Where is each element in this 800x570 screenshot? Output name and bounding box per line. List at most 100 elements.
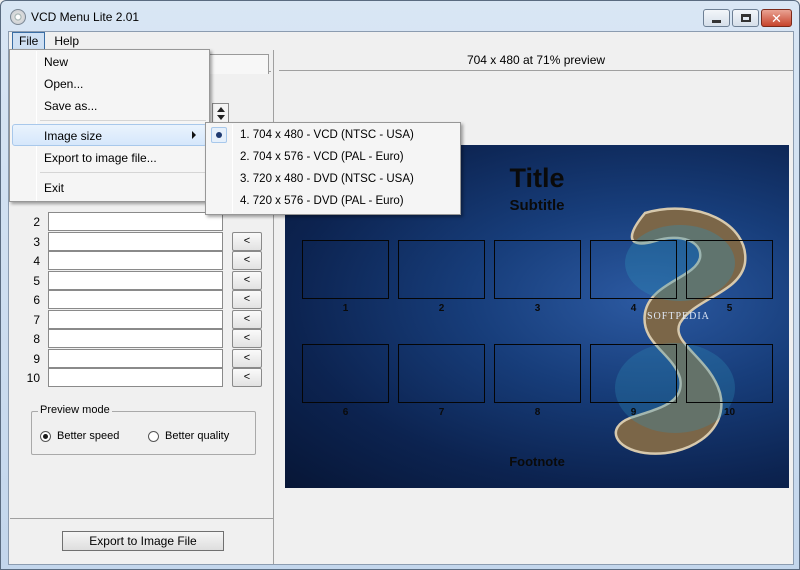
radio-better-quality[interactable]: Better quality: [148, 430, 229, 442]
radio-selected-icon: [40, 430, 51, 442]
row-text-field[interactable]: [48, 251, 223, 270]
menu-bar: File Help: [9, 32, 793, 50]
close-button[interactable]: ✕: [761, 9, 792, 27]
row-text-field[interactable]: [48, 368, 223, 387]
menu-item-exit[interactable]: Exit: [44, 181, 64, 195]
spinner-up-icon[interactable]: [217, 107, 225, 112]
radio-better-speed[interactable]: Better speed: [40, 430, 119, 442]
menu-gutter: [232, 124, 233, 213]
thumbnail-slot[interactable]: [686, 344, 773, 403]
image-size-option[interactable]: 1. 704 x 480 - VCD (NTSC - USA): [240, 129, 414, 141]
row-text-field[interactable]: [48, 348, 223, 368]
row-arrow-button[interactable]: <: [232, 368, 262, 387]
row-arrow-button[interactable]: <: [232, 290, 262, 309]
menu-help[interactable]: Help: [48, 33, 85, 49]
row-number: 9: [33, 351, 40, 366]
window-title: VCD Menu Lite 2.01: [31, 10, 140, 24]
menu-item-open[interactable]: Open...: [44, 77, 83, 91]
item-row: 9 <: [10, 348, 274, 369]
thumbnail-slot[interactable]: [302, 344, 389, 403]
row-arrow-button[interactable]: <: [232, 329, 262, 348]
thumbnail-number: 3: [534, 303, 541, 314]
row-number: 3: [33, 234, 40, 249]
menu-item-export-image[interactable]: Export to image file...: [44, 151, 157, 165]
row-text-field[interactable]: [48, 212, 223, 231]
disc-icon: [10, 9, 26, 25]
tab-partial[interactable]: s: [201, 54, 269, 74]
thumbnail-number: 9: [630, 407, 637, 418]
row-text-field[interactable]: [48, 290, 223, 309]
menu-separator: [40, 172, 206, 173]
minimize-icon: [712, 19, 721, 23]
preview-mode-label: Preview mode: [38, 404, 112, 416]
radio-check-icon: [211, 127, 227, 143]
image-size-submenu: 1. 704 x 480 - VCD (NTSC - USA) 2. 704 x…: [205, 122, 461, 215]
divider: [10, 518, 273, 519]
preview-footnote: Footnote: [509, 454, 565, 469]
menu-file[interactable]: File: [12, 32, 46, 50]
thumbnail-slot[interactable]: [590, 240, 677, 299]
row-number: 2: [33, 215, 40, 229]
item-row: 2: [10, 212, 274, 232]
radio-label: Better speed: [57, 430, 120, 442]
thumbnail-slot[interactable]: [494, 344, 581, 403]
maximize-icon: [740, 14, 751, 22]
radio-unselected-icon: [148, 430, 159, 442]
thumbnail-slot[interactable]: [494, 240, 581, 299]
radio-label: Better quality: [165, 430, 230, 442]
row-arrow-button[interactable]: <: [232, 348, 262, 368]
row-arrow-button[interactable]: <: [232, 231, 262, 251]
thumbnail-number: 8: [534, 407, 541, 418]
row-text-field[interactable]: [48, 309, 223, 329]
thumbnail-number: 6: [342, 407, 349, 418]
menu-separator: [40, 120, 206, 121]
row-text-field[interactable]: [48, 270, 223, 290]
close-icon: ✕: [771, 10, 782, 26]
item-row: 6 <: [10, 290, 274, 310]
row-text-field[interactable]: [48, 231, 223, 251]
app-window: VCD Menu Lite 2.01 ✕ File Help s 2: [0, 0, 800, 570]
row-number: 8: [33, 332, 40, 346]
thumbnail-number: 2: [438, 303, 445, 314]
row-text-field[interactable]: [48, 329, 223, 348]
maximize-button[interactable]: [732, 9, 759, 27]
thumbnail-slot[interactable]: [686, 240, 773, 299]
menu-item-image-size[interactable]: Image size: [44, 129, 102, 143]
thumbnail-slot[interactable]: [398, 240, 485, 299]
minimize-button[interactable]: [703, 9, 730, 27]
row-number: 10: [26, 371, 40, 385]
item-row: 3 <: [10, 231, 274, 252]
item-row: 5 <: [10, 270, 274, 291]
thumbnail-number: 1: [342, 303, 349, 314]
preview-mode-group: Preview mode Better speed Better quality: [31, 404, 256, 455]
export-button[interactable]: Export to Image File: [62, 531, 224, 551]
title-bar[interactable]: VCD Menu Lite 2.01 ✕: [1, 1, 799, 31]
row-number: 5: [33, 273, 40, 288]
row-number: 7: [33, 312, 40, 327]
row-number: 4: [33, 254, 40, 268]
menu-item-new[interactable]: New: [44, 55, 68, 69]
item-row: 10 <: [10, 368, 274, 388]
menu-item-save-as[interactable]: Save as...: [44, 99, 97, 113]
item-row: 7 <: [10, 309, 274, 330]
file-menu-dropdown: New Open... Save as... Image size Export…: [9, 49, 210, 202]
row-arrow-button[interactable]: <: [232, 309, 262, 329]
thumbnail-number: 10: [723, 407, 736, 418]
thumbnail-number: 4: [630, 303, 637, 314]
number-spinner[interactable]: [212, 103, 229, 123]
thumbnail-slot[interactable]: [302, 240, 389, 299]
image-size-option[interactable]: 3. 720 x 480 - DVD (NTSC - USA): [240, 173, 414, 185]
row-arrow-button[interactable]: <: [232, 270, 262, 290]
menu-highlight: [12, 124, 207, 146]
row-arrow-button[interactable]: <: [232, 251, 262, 270]
thumbnail-slot[interactable]: [398, 344, 485, 403]
thumbnail-slot[interactable]: [590, 344, 677, 403]
image-size-option[interactable]: 4. 720 x 576 - DVD (PAL - Euro): [240, 195, 404, 207]
item-row: 8 <: [10, 329, 274, 349]
thumbnail-number: 7: [438, 407, 445, 418]
spinner-down-icon[interactable]: [217, 115, 225, 120]
item-row: 4 <: [10, 251, 274, 271]
image-size-option[interactable]: 2. 704 x 576 - VCD (PAL - Euro): [240, 151, 404, 163]
row-number: 6: [33, 293, 40, 307]
submenu-arrow-icon: [192, 131, 196, 139]
